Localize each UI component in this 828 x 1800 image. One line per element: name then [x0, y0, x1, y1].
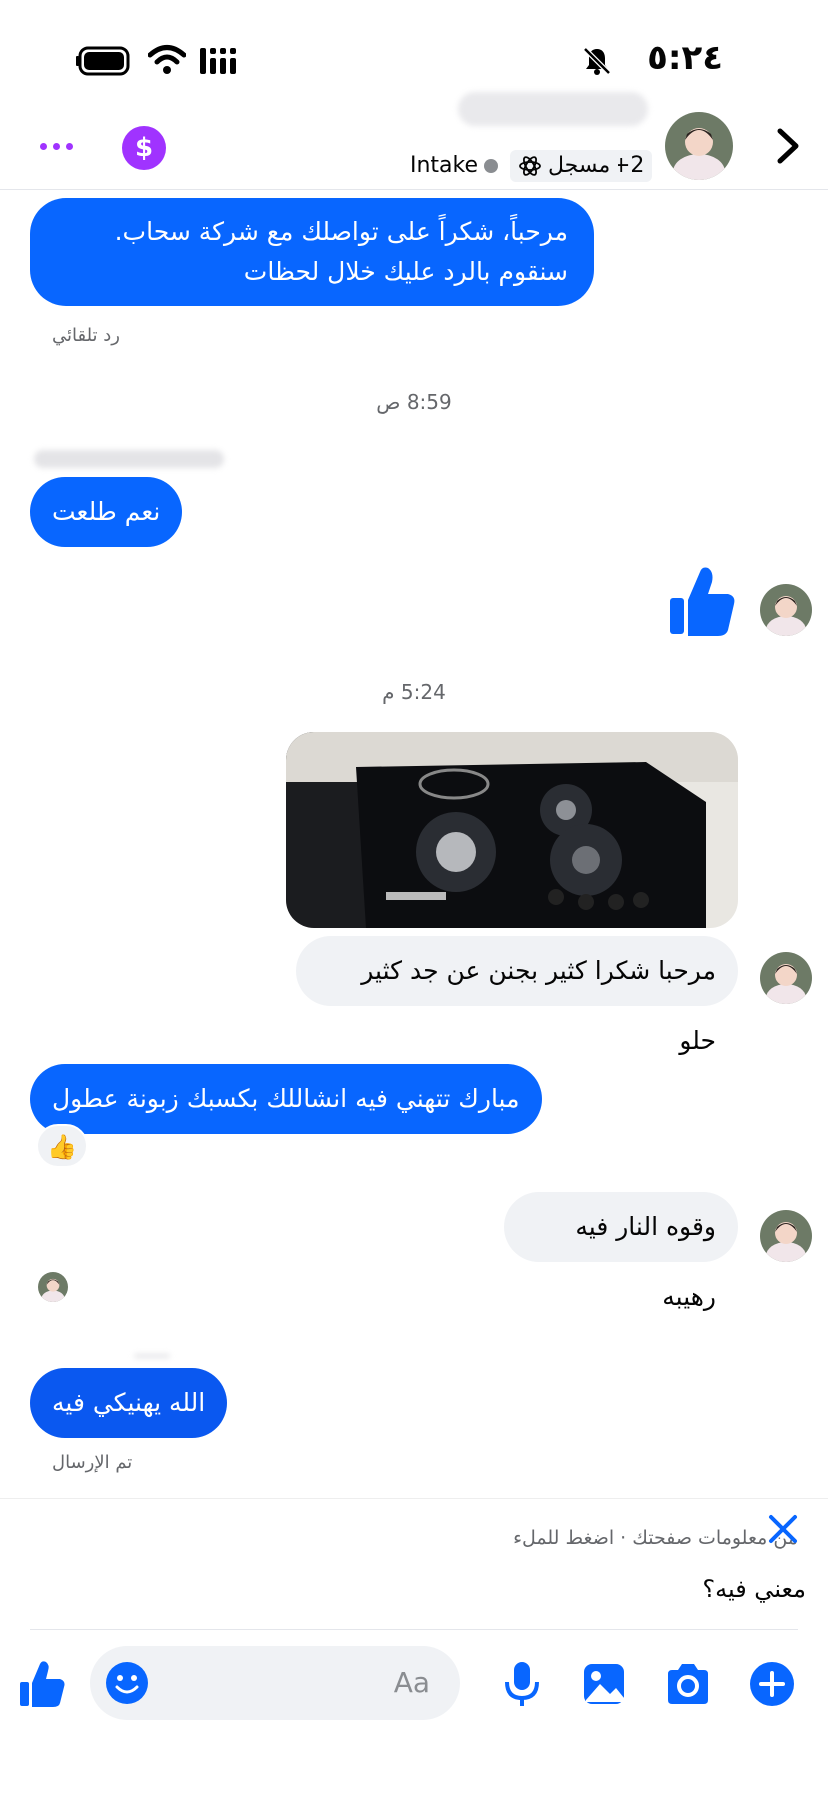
compose-divider [0, 1498, 828, 1499]
contact-name-redacted [458, 92, 648, 126]
message-yes[interactable]: نعم طلعت [30, 477, 183, 547]
timestamp: 8:59 ص [376, 390, 452, 414]
tag-intake[interactable]: Intake [402, 150, 506, 182]
payment-button[interactable]: $ [122, 126, 166, 170]
more-options-button[interactable] [40, 136, 80, 156]
message-congrats[interactable]: مبارك تتهني فيه انشاللك بكسبك زبونة عطول [30, 1064, 542, 1134]
timestamp: 5:24 م [382, 680, 446, 704]
add-icon[interactable] [748, 1660, 796, 1708]
sender-name-redacted [134, 1354, 170, 1358]
emoji-icon[interactable] [104, 1660, 150, 1706]
chevron-right-icon[interactable] [770, 126, 806, 166]
message-thanks[interactable]: مرحبا شكرا كثير بجنن عن جد كثير حلو [296, 936, 738, 1055]
sent-status: تم الإرسال [52, 1452, 133, 1473]
reaction-badge[interactable]: 👍 [36, 1124, 88, 1168]
input-placeholder: Aa [393, 1666, 430, 1699]
atom-icon [519, 156, 541, 176]
status-dot [484, 159, 499, 173]
camera-icon[interactable] [664, 1660, 712, 1708]
status-bar: ٥:٢٤ [0, 0, 828, 96]
microphone-icon[interactable] [498, 1660, 546, 1708]
autofill-hint[interactable]: من معلومات صفحتك · اضغط للملء [513, 1527, 798, 1549]
contact-avatar[interactable] [665, 112, 733, 180]
contact-avatar-small[interactable] [760, 1210, 812, 1262]
status-time: ٥:٢٤ [647, 38, 723, 78]
dot-icon [53, 142, 60, 150]
thumbs-up-icon[interactable] [18, 1660, 66, 1708]
read-receipt-avatar [38, 1272, 68, 1302]
chat-header: +2 مسجل Intake $ [0, 92, 828, 190]
compose-separator [30, 1629, 798, 1630]
message-bless[interactable]: الله يهنيكي فيه [30, 1368, 228, 1438]
gallery-icon[interactable] [580, 1660, 628, 1708]
tag-registered[interactable]: مسجل [510, 150, 619, 182]
wifi-icon [148, 45, 186, 74]
photo-attachment[interactable] [286, 732, 738, 928]
signal-icon [200, 48, 236, 74]
contact-avatar-small[interactable] [760, 952, 812, 1004]
dot-icon [66, 142, 73, 150]
sender-name-redacted [34, 450, 224, 468]
message-fire[interactable]: وقوه النار فيه رهيبه [504, 1192, 738, 1311]
draft-suggestion[interactable]: معني فيه؟ [702, 1575, 806, 1603]
battery-icon [76, 46, 130, 76]
message-input[interactable]: Aa [90, 1646, 460, 1720]
bell-muted-icon [583, 47, 611, 75]
thumbs-up-icon[interactable] [668, 566, 736, 638]
contact-avatar-small[interactable] [760, 584, 812, 636]
auto-reply-label: رد تلقائي [52, 325, 121, 346]
dot-icon [40, 142, 47, 150]
close-icon[interactable] [766, 1512, 800, 1546]
message-auto-reply[interactable]: مرحباً، شكراً على تواصلك مع شركة سحاب. س… [30, 198, 594, 306]
